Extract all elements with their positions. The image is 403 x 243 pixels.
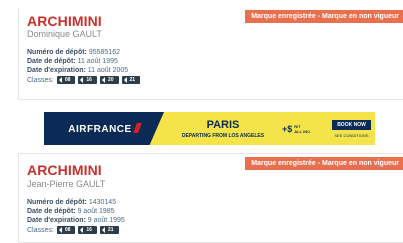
classes-row: Classes: 08 16 20 21 bbox=[27, 76, 141, 84]
logo-slash-icon bbox=[132, 122, 142, 133]
class-chip-label: 21 bbox=[107, 227, 114, 233]
ad-banner[interactable]: AIRFRANCE PARIS DEPARTING FROM LOS ANGEL… bbox=[44, 112, 375, 145]
class-chip-label: 08 bbox=[64, 227, 71, 233]
caret-left-icon bbox=[101, 227, 105, 233]
deposit-date-value: 11 août 1995 bbox=[75, 58, 118, 65]
expiration-date-value: 9 août 1995 bbox=[85, 217, 125, 224]
deposit-date-row: Date de dépôt: 9 août 1985 bbox=[27, 207, 125, 216]
deposit-number-label: Numéro de dépôt: bbox=[27, 199, 87, 206]
ad-price-note-2: ALL INC. bbox=[294, 128, 312, 134]
class-chip[interactable]: 16 bbox=[78, 226, 97, 234]
status-badge: Marque enregistrée - Marque en non vigue… bbox=[245, 157, 403, 170]
deposit-number-label: Numéro de dépôt: bbox=[27, 49, 87, 56]
class-chip-label: 08 bbox=[64, 77, 71, 83]
classes-label: Classes: bbox=[27, 76, 54, 84]
expiration-date-label: Date d'expiration: bbox=[27, 217, 86, 224]
classes-label: Classes: bbox=[27, 226, 54, 234]
class-chip[interactable]: 20 bbox=[99, 76, 119, 84]
book-now-button[interactable]: BOOK NOW bbox=[332, 119, 371, 130]
ad-destination: PARIS DEPARTING FROM LOS ANGELES bbox=[164, 112, 282, 145]
airline-logo-text: AIRFRANCE bbox=[68, 123, 132, 135]
expiration-date-label: Date d'expiration: bbox=[27, 67, 86, 74]
trademark-result-card[interactable]: Marque enregistrée - Marque en non vigue… bbox=[18, 8, 403, 100]
ad-logo-panel: AIRFRANCE bbox=[44, 112, 164, 145]
deposit-number-row: Numéro de dépôt: 1430145 bbox=[27, 198, 125, 207]
deposit-date-row: Date de dépôt: 11 août 1995 bbox=[27, 57, 128, 66]
ad-cta: BOOK NOW SEE CONDITIONS bbox=[328, 112, 375, 145]
class-chip[interactable]: 08 bbox=[56, 226, 76, 234]
class-chip[interactable]: 16 bbox=[78, 76, 97, 84]
deposit-number-value: 95585162 bbox=[86, 49, 120, 56]
caret-left-icon bbox=[123, 77, 127, 83]
class-chip[interactable]: 08 bbox=[56, 76, 76, 84]
ad-subtitle: DEPARTING FROM LOS ANGELES bbox=[181, 132, 265, 139]
trademark-name[interactable]: ARCHIMINI bbox=[27, 162, 102, 178]
classes-row: Classes: 08 16 21 bbox=[27, 226, 119, 234]
airline-logo: AIRFRANCE bbox=[68, 122, 142, 135]
class-chip[interactable]: 21 bbox=[121, 76, 141, 84]
deposit-date-value: 9 août 1985 bbox=[75, 208, 115, 215]
ad-city: PARIS bbox=[206, 118, 240, 131]
expiration-date-row: Date d'expiration: 11 août 2005 bbox=[27, 66, 128, 75]
deposit-number-row: Numéro de dépôt: 95585162 bbox=[27, 48, 128, 57]
deposit-date-label: Date de dépôt: bbox=[27, 58, 76, 65]
trademark-name[interactable]: ARCHIMINI bbox=[27, 13, 102, 29]
class-chip-label: 21 bbox=[129, 77, 136, 83]
caret-left-icon bbox=[80, 227, 84, 233]
class-chip-label: 20 bbox=[107, 77, 114, 83]
class-chip[interactable]: 21 bbox=[99, 226, 119, 234]
status-badge: Marque enregistrée - Marque en non vigue… bbox=[245, 10, 403, 23]
caret-left-icon bbox=[80, 77, 84, 83]
ad-price: +$ R/T ALL INC. bbox=[282, 112, 328, 145]
owner-name: Jean-Pierre GAULT bbox=[27, 179, 106, 189]
class-chip-label: 16 bbox=[86, 227, 92, 233]
deposit-number-value: 1430145 bbox=[86, 199, 117, 206]
see-conditions-link[interactable]: SEE CONDITIONS bbox=[334, 133, 368, 138]
caret-left-icon bbox=[58, 227, 62, 233]
caret-left-icon bbox=[101, 77, 105, 83]
owner-name: Dominique GAULT bbox=[27, 29, 102, 39]
deposit-date-label: Date de dépôt: bbox=[27, 208, 76, 215]
trademark-result-card[interactable]: Marque enregistrée - Marque en non vigue… bbox=[18, 153, 403, 243]
ad-price-note: R/T ALL INC. bbox=[294, 124, 311, 134]
class-chip-label: 16 bbox=[86, 77, 92, 83]
expiration-date-row: Date d'expiration: 9 août 1995 bbox=[27, 216, 125, 225]
trademark-details: Numéro de dépôt: 1430145 Date de dépôt: … bbox=[27, 198, 125, 225]
expiration-date-value: 11 août 2005 bbox=[85, 67, 129, 74]
trademark-details: Numéro de dépôt: 95585162 Date de dépôt:… bbox=[27, 48, 128, 75]
ad-price-value: +$ bbox=[282, 123, 293, 134]
caret-left-icon bbox=[58, 77, 62, 83]
